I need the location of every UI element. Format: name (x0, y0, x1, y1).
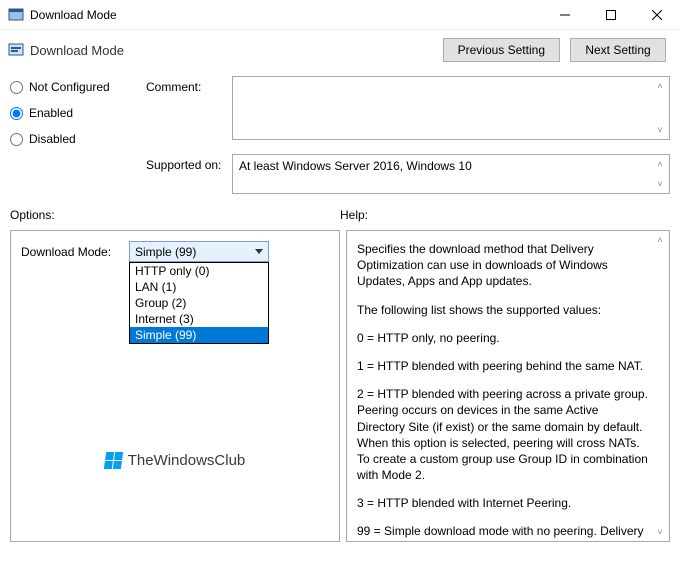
scroll-down-icon[interactable]: ˅ (652, 524, 668, 540)
dropdown-option[interactable]: LAN (1) (130, 279, 268, 295)
policy-title: Download Mode (30, 43, 443, 58)
config-area: Not Configured Enabled Disabled Comment:… (0, 76, 680, 202)
dropdown-option[interactable]: Internet (3) (130, 311, 268, 327)
radio-not-configured-label: Not Configured (29, 80, 110, 94)
help-text: 0 = HTTP only, no peering. (357, 330, 649, 346)
watermark: TheWindowsClub (11, 452, 339, 469)
subheader: Download Mode Previous Setting Next Sett… (0, 30, 680, 76)
help-text: Specifies the download method that Deliv… (357, 241, 649, 290)
previous-setting-button[interactable]: Previous Setting (443, 38, 560, 62)
supported-scrollbar[interactable]: ˄ ˅ (652, 156, 668, 192)
policy-icon (8, 42, 24, 58)
download-mode-selected: Simple (99) (135, 245, 196, 259)
scroll-up-icon[interactable]: ˄ (652, 156, 668, 172)
comment-label: Comment: (146, 76, 226, 146)
help-text: 2 = HTTP blended with peering across a p… (357, 386, 649, 483)
radio-not-configured-input[interactable] (10, 81, 23, 94)
supported-on-box: At least Windows Server 2016, Windows 10… (232, 154, 670, 194)
dropdown-option-selected[interactable]: Simple (99) (130, 327, 268, 343)
help-pane: Specifies the download method that Deliv… (346, 230, 670, 542)
window-controls (542, 0, 680, 29)
radio-enabled[interactable]: Enabled (10, 106, 140, 120)
help-text: 3 = HTTP blended with Internet Peering. (357, 495, 649, 511)
app-icon (8, 7, 24, 23)
radio-disabled[interactable]: Disabled (10, 132, 140, 146)
radio-not-configured[interactable]: Not Configured (10, 80, 140, 94)
help-text: 99 = Simple download mode with no peerin… (357, 523, 649, 542)
minimize-button[interactable] (542, 0, 588, 29)
download-mode-combobox[interactable]: Simple (99) (129, 241, 269, 262)
help-text: The following list shows the supported v… (357, 302, 649, 318)
windows-logo-icon (104, 452, 123, 469)
supported-label: Supported on: (146, 154, 226, 194)
radio-enabled-input[interactable] (10, 107, 23, 120)
scroll-up-icon[interactable]: ˄ (652, 78, 668, 94)
comment-scrollbar[interactable]: ˄ ˅ (652, 78, 668, 138)
titlebar: Download Mode (0, 0, 680, 30)
dropdown-option[interactable]: Group (2) (130, 295, 268, 311)
help-scrollbar[interactable]: ˄ ˅ (652, 232, 668, 540)
maximize-button[interactable] (588, 0, 634, 29)
next-setting-button[interactable]: Next Setting (570, 38, 666, 62)
options-pane: Download Mode: Simple (99) HTTP only (0)… (10, 230, 340, 542)
download-mode-label: Download Mode: (21, 245, 123, 259)
supported-on-value: At least Windows Server 2016, Windows 10 (239, 159, 472, 173)
radio-disabled-label: Disabled (29, 132, 76, 146)
help-section-label: Help: (340, 208, 670, 222)
close-button[interactable] (634, 0, 680, 29)
watermark-text: TheWindowsClub (128, 452, 246, 469)
radio-enabled-label: Enabled (29, 106, 73, 120)
scroll-down-icon[interactable]: ˅ (652, 176, 668, 192)
radio-disabled-input[interactable] (10, 133, 23, 146)
dropdown-option[interactable]: HTTP only (0) (130, 263, 268, 279)
scroll-up-icon[interactable]: ˄ (652, 232, 668, 248)
download-mode-dropdown[interactable]: HTTP only (0) LAN (1) Group (2) Internet… (129, 262, 269, 344)
help-text: 1 = HTTP blended with peering behind the… (357, 358, 649, 374)
comment-input[interactable]: ˄ ˅ (232, 76, 670, 140)
state-radios: Not Configured Enabled Disabled (10, 76, 140, 146)
window-title: Download Mode (30, 8, 542, 22)
options-section-label: Options: (10, 208, 340, 222)
scroll-down-icon[interactable]: ˅ (652, 122, 668, 138)
